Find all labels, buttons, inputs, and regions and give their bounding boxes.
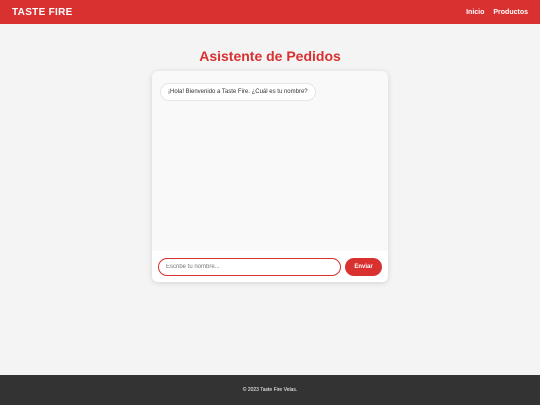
chat-message-list[interactable]: ¡Hola! Bienvenido a Taste Fire. ¿Cuál es…	[152, 71, 388, 251]
name-input[interactable]	[158, 257, 341, 276]
brand-logo-text[interactable]: TASTE FIRE	[12, 7, 73, 18]
page-title: Asistente de Pedidos	[199, 48, 341, 64]
bot-message-bubble: ¡Hola! Bienvenido a Taste Fire. ¿Cuál es…	[160, 83, 316, 101]
nav-link-inicio[interactable]: Inicio	[466, 9, 484, 16]
chat-window: ¡Hola! Bienvenido a Taste Fire. ¿Cuál es…	[152, 71, 388, 282]
send-button[interactable]: Enviar	[345, 257, 382, 276]
top-navbar: TASTE FIRE Inicio Productos	[0, 0, 540, 24]
footer-copyright: © 2023 Taste Fire Velas.	[242, 387, 298, 393]
page-footer: © 2023 Taste Fire Velas.	[0, 375, 540, 405]
main-nav: Inicio Productos	[466, 9, 528, 16]
nav-link-productos[interactable]: Productos	[493, 9, 528, 16]
chat-input-row: Enviar	[152, 251, 388, 282]
